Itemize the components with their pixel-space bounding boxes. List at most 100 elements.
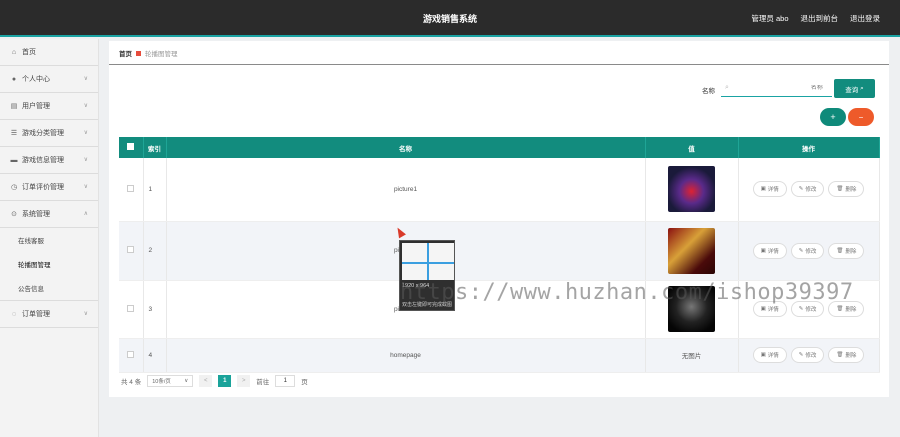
detail-icon: ▣ bbox=[760, 352, 766, 358]
chevron-down-icon: ∨ bbox=[83, 130, 88, 136]
sidebar-item-label: 首页 bbox=[22, 49, 36, 56]
row-index: 4 bbox=[143, 338, 167, 373]
chevron-down-icon: ∨ bbox=[83, 76, 88, 82]
goto-page-input[interactable]: 1 bbox=[275, 375, 296, 387]
search-icon: ⌕ bbox=[725, 84, 729, 91]
batch-delete-button[interactable]: − bbox=[848, 108, 874, 126]
column-header-value: 值 bbox=[645, 137, 739, 158]
trash-icon: 🗑 bbox=[836, 186, 844, 193]
pagination: 共 4 条 10条/页 ∨ < 1 > 前往 1 页 bbox=[121, 375, 308, 387]
delete-button[interactable]: 🗑 删除 bbox=[828, 242, 865, 259]
chevron-down-icon: ∨ bbox=[83, 184, 88, 190]
edit-button[interactable]: ✎ 修改 bbox=[790, 242, 825, 259]
sidebar-item-carousel[interactable]: 轮播图管理 bbox=[0, 252, 98, 276]
page-size-value: 10条/页 bbox=[152, 379, 171, 385]
trash-icon: 🗑 bbox=[836, 352, 844, 358]
sidebar-item-game-info[interactable]: ▬ 游戏信息管理 ∨ bbox=[0, 147, 98, 174]
column-header-operations: 操作 bbox=[738, 137, 880, 158]
trash-icon: 🗑 bbox=[836, 306, 844, 312]
row-checkbox[interactable] bbox=[127, 246, 135, 253]
detail-label: 详情 bbox=[767, 353, 779, 359]
sidebar-item-announcement[interactable]: 公告信息 bbox=[0, 276, 98, 300]
edit-icon: ✎ bbox=[798, 306, 804, 312]
sidebar-item-users[interactable]: ▤ 用户管理 ∨ bbox=[0, 93, 98, 120]
row-checkbox[interactable] bbox=[127, 350, 135, 358]
sidebar-item-order-review[interactable]: ◷ 订单评价管理 ∨ bbox=[0, 174, 98, 201]
top-bar: 游戏销售系统 管理员 abo 退出到前台 退出登录 bbox=[0, 0, 900, 37]
page-size-select[interactable]: 10条/页 ∨ bbox=[147, 375, 194, 387]
carousel-thumbnail bbox=[668, 227, 715, 274]
sidebar-item-label: 用户管理 bbox=[22, 103, 50, 110]
delete-label: 删除 bbox=[845, 353, 857, 359]
table-row: 1 picture1 ▣ 详情 ✎ 修改 🗑 删除 bbox=[119, 158, 880, 222]
clock-icon: ◷ bbox=[10, 184, 18, 191]
select-all-checkbox[interactable] bbox=[127, 143, 135, 150]
order-icon: ◌ bbox=[11, 310, 17, 318]
crosshair-vertical bbox=[427, 243, 429, 280]
detail-label: 详情 bbox=[767, 307, 779, 313]
chevron-up-icon: ∧ bbox=[83, 211, 88, 217]
prev-page-button[interactable]: < bbox=[199, 375, 213, 387]
edit-icon: ✎ bbox=[798, 186, 804, 193]
sidebar-item-profile[interactable]: ● 个人中心 ∨ bbox=[0, 66, 98, 93]
row-checkbox[interactable] bbox=[127, 184, 135, 192]
sidebar-item-online-service[interactable]: 在线客服 bbox=[0, 228, 98, 252]
edit-label: 修改 bbox=[805, 248, 817, 255]
next-page-button[interactable]: > bbox=[237, 375, 251, 387]
detail-label: 详情 bbox=[767, 187, 779, 194]
search-input[interactable] bbox=[732, 85, 823, 91]
sidebar-item-label: 订单评价管理 bbox=[22, 184, 64, 191]
select-all-cell bbox=[119, 137, 144, 158]
table-header-row: 索引 名称 值 操作 bbox=[119, 137, 880, 158]
breadcrumb: 首页 轮播图管理 bbox=[119, 48, 178, 58]
detail-icon: ▣ bbox=[760, 247, 766, 254]
detail-icon: ▣ bbox=[760, 306, 766, 312]
breadcrumb-separator bbox=[136, 50, 141, 56]
sidebar-item-home[interactable]: ⌂ 首页 bbox=[0, 39, 98, 66]
add-button[interactable]: + bbox=[820, 108, 846, 126]
sidebar-item-game-category[interactable]: ☰ 游戏分类管理 ∨ bbox=[0, 120, 98, 147]
info-icon: ▬ bbox=[10, 156, 18, 164]
edit-icon: ✎ bbox=[798, 247, 804, 254]
admin-label: 管理员 abo bbox=[751, 14, 789, 23]
chevron-down-icon: ∨ bbox=[83, 157, 88, 163]
row-index: 3 bbox=[143, 280, 167, 339]
row-checkbox[interactable] bbox=[127, 304, 135, 312]
breadcrumb-home[interactable]: 首页 bbox=[119, 48, 132, 58]
user-icon: ● bbox=[11, 75, 17, 83]
system-submenu: 在线客服 轮播图管理 公告信息 bbox=[0, 228, 98, 301]
header-actions: 管理员 abo 退出到前台 退出登录 bbox=[751, 13, 880, 24]
edit-label: 修改 bbox=[805, 307, 817, 313]
edit-button[interactable]: ✎ 修改 bbox=[790, 347, 825, 363]
table-row: 2 picture2 ▣详情 ✎修改 🗑删除 bbox=[119, 221, 880, 281]
breadcrumb-divider bbox=[109, 64, 889, 65]
main-panel: 首页 轮播图管理 名称 ⌕ 查询 ⌕ + − 索引 名称 值 操作 1 pict… bbox=[109, 41, 889, 397]
detail-button[interactable]: ▣ 详情 bbox=[752, 347, 787, 363]
sidebar-item-orders[interactable]: ◌ 订单管理 ∨ bbox=[0, 301, 98, 328]
search-icon: ⌕ bbox=[860, 84, 864, 92]
search-field: ⌕ bbox=[721, 80, 832, 97]
back-to-front-link[interactable]: 退出到前台 bbox=[801, 13, 839, 24]
detail-button[interactable]: ▣ 详情 bbox=[752, 181, 787, 198]
list-icon: ☰ bbox=[10, 130, 18, 137]
edit-button[interactable]: ✎ 修改 bbox=[790, 181, 825, 198]
sidebar-item-system[interactable]: ⊙ 系统管理 ∧ bbox=[0, 201, 98, 228]
detail-icon: ▣ bbox=[760, 186, 766, 193]
sidebar-item-label: 游戏信息管理 bbox=[22, 157, 64, 164]
search-button[interactable]: 查询 ⌕ bbox=[834, 79, 875, 98]
watermark: https://www.huzhan.com/ishop39397 bbox=[400, 280, 854, 305]
delete-button[interactable]: 🗑 删除 bbox=[828, 347, 865, 363]
users-icon: ▤ bbox=[10, 103, 18, 110]
detail-label: 详情 bbox=[767, 248, 779, 255]
search-button-label: 查询 bbox=[845, 86, 859, 94]
sidebar-item-label: 个人中心 bbox=[22, 76, 50, 83]
detail-button[interactable]: ▣ 详情 bbox=[752, 242, 787, 259]
home-icon: ⌂ bbox=[11, 48, 17, 56]
logout-link[interactable]: 退出登录 bbox=[850, 13, 880, 24]
delete-button[interactable]: 🗑 删除 bbox=[828, 181, 865, 198]
goto-label: 前往 bbox=[256, 379, 270, 386]
row-value: 无图片 bbox=[645, 338, 739, 373]
row-index: 2 bbox=[143, 221, 167, 281]
current-page[interactable]: 1 bbox=[218, 375, 232, 387]
column-header-name: 名称 bbox=[166, 137, 646, 158]
